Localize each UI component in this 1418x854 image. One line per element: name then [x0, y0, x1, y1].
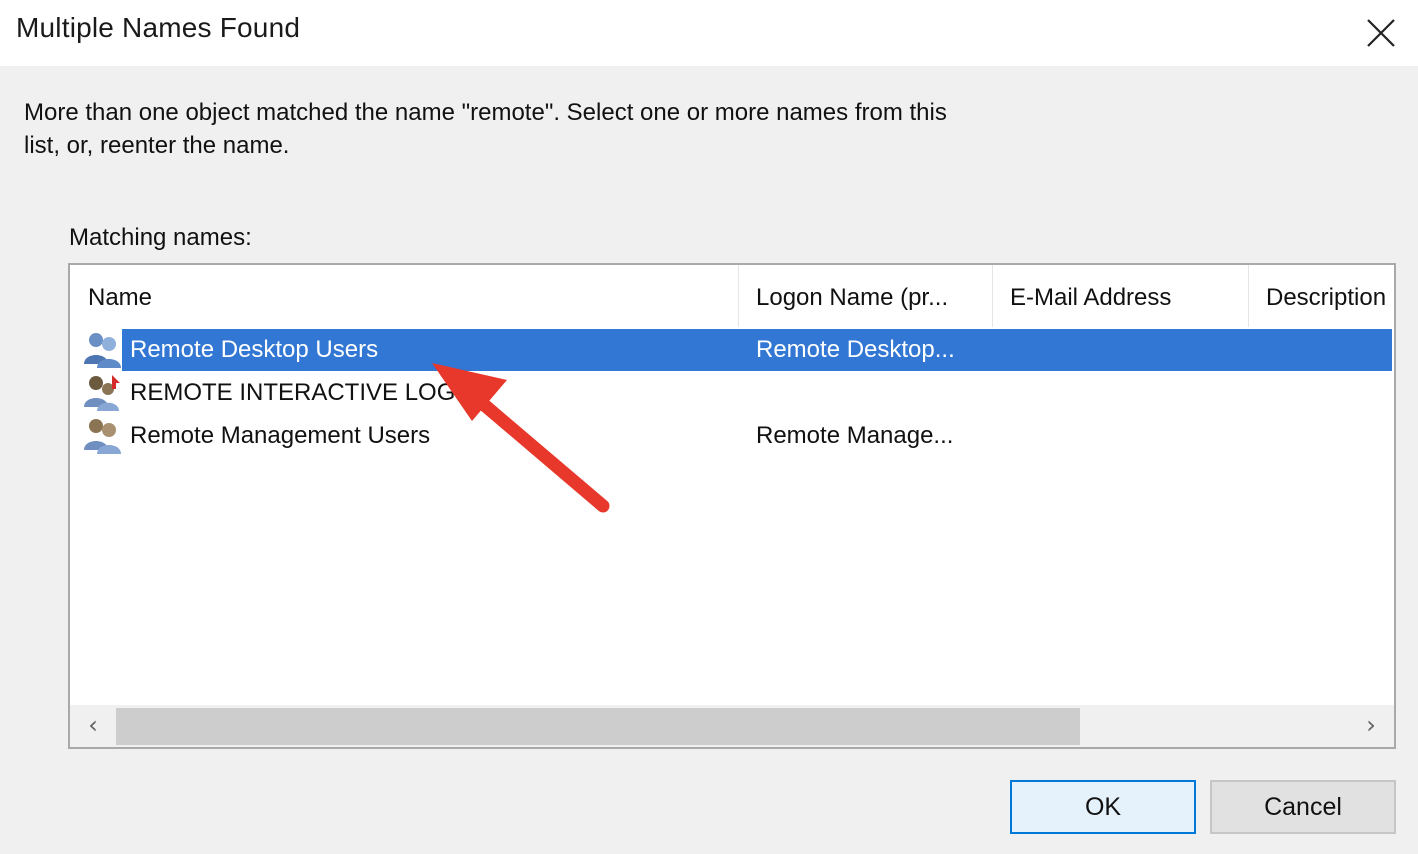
- horizontal-scrollbar[interactable]: ‹ ›: [70, 705, 1394, 747]
- row-logon-name: Remote Manage...: [756, 422, 954, 449]
- dialog-message: More than one object matched the name "r…: [24, 99, 947, 159]
- row-logon-name: Remote Desktop...: [756, 336, 955, 363]
- column-header-email[interactable]: E-Mail Address: [992, 265, 1248, 327]
- matching-names-list[interactable]: Name Logon Name (pr... E-Mail Address De…: [68, 263, 1396, 749]
- matching-names-label: Matching names:: [69, 224, 252, 251]
- group-icon: [84, 333, 121, 368]
- title-bar: Multiple Names Found: [0, 0, 1418, 66]
- ok-button[interactable]: OK: [1010, 780, 1196, 834]
- column-header-description[interactable]: Description: [1248, 265, 1394, 327]
- scroll-right-arrow-icon[interactable]: ›: [1348, 705, 1394, 747]
- list-item-remote-management-users[interactable]: Remote Management Users Remote Manage...: [70, 415, 1394, 457]
- cancel-button[interactable]: Cancel: [1210, 780, 1396, 834]
- group-icon: [84, 419, 121, 454]
- row-name: Remote Management Users: [130, 422, 431, 449]
- list-header: Name Logon Name (pr... E-Mail Address De…: [70, 265, 1394, 327]
- column-header-logon-name[interactable]: Logon Name (pr...: [738, 265, 992, 327]
- list-item-remote-desktop-users[interactable]: Remote Desktop Users Remote Desktop...: [70, 329, 1394, 371]
- well-known-group-icon: [84, 375, 120, 411]
- close-button[interactable]: [1350, 4, 1410, 60]
- column-header-name[interactable]: Name: [70, 265, 738, 327]
- list-item-remote-interactive-logon[interactable]: REMOTE INTERACTIVE LOGON: [70, 372, 1394, 414]
- row-name: Remote Desktop Users: [130, 336, 379, 363]
- close-icon: [1367, 19, 1395, 47]
- row-name: REMOTE INTERACTIVE LOGON: [130, 379, 492, 406]
- scroll-left-arrow-icon[interactable]: ‹: [70, 705, 116, 747]
- window-title: Multiple Names Found: [16, 12, 301, 43]
- scrollbar-thumb[interactable]: [116, 708, 1080, 745]
